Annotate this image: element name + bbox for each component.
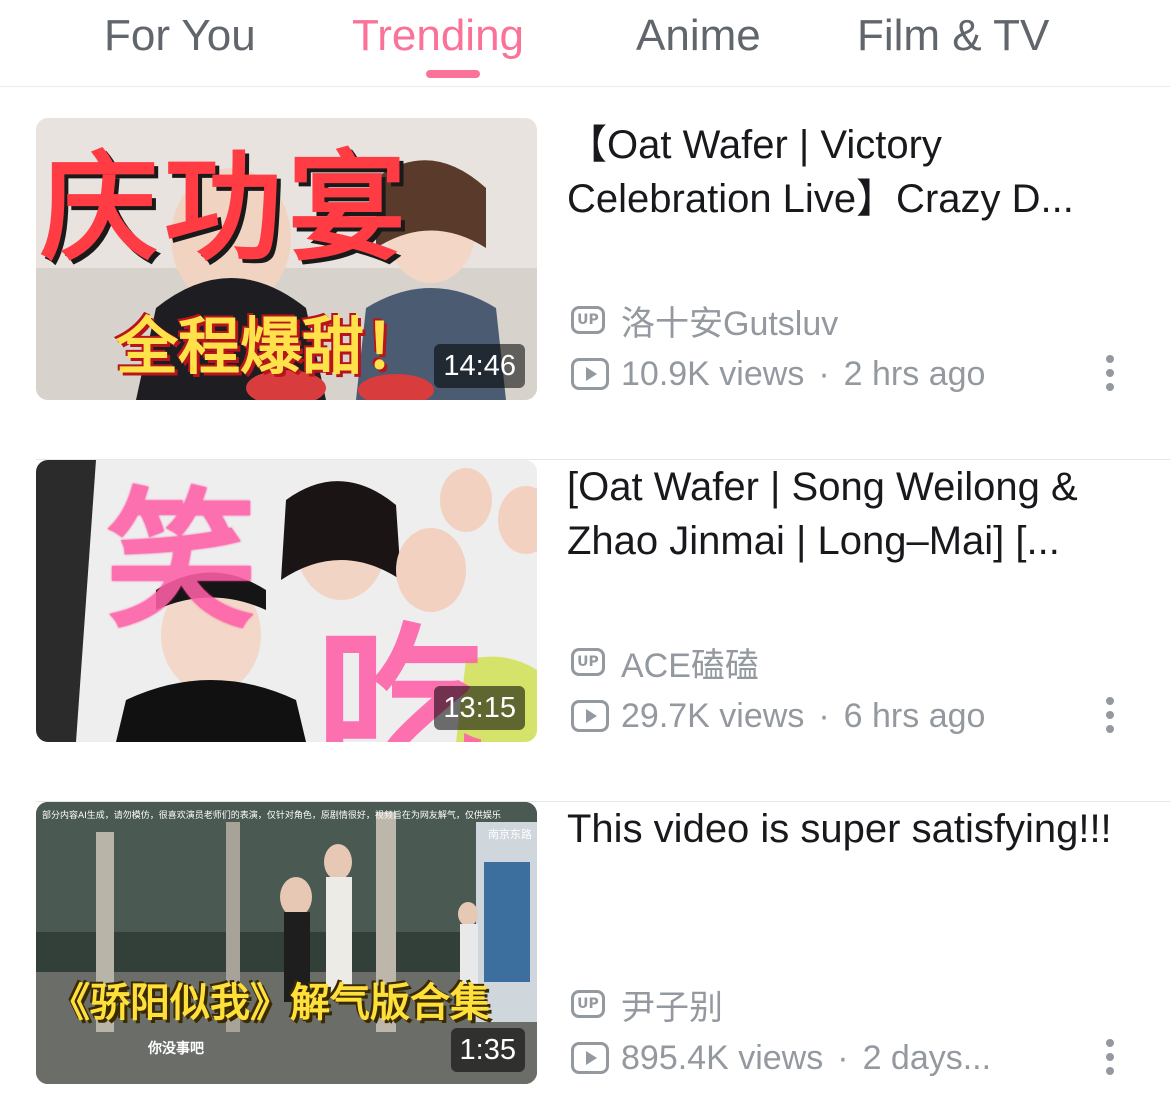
- thumbnail-caption-large: 笑: [106, 475, 257, 649]
- uploader-row[interactable]: UP 洛十安Gutsluv: [571, 300, 838, 343]
- video-card[interactable]: 庆功宴 全程爆甜！ 14:46 【Oat Wafer | Victory Cel…: [0, 118, 1170, 460]
- tab-for-you[interactable]: For You: [104, 8, 256, 68]
- category-tab-bar: For You Trending Anime Film & TV: [0, 0, 1170, 87]
- play-count-icon: [571, 700, 609, 732]
- video-title[interactable]: This video is super satisfying!!!: [567, 802, 1139, 856]
- separator: ·: [818, 354, 830, 393]
- more-vertical-icon[interactable]: [1096, 690, 1124, 740]
- play-count-icon: [571, 358, 609, 390]
- tab-anime[interactable]: Anime: [636, 8, 761, 68]
- up-badge-icon: UP: [571, 648, 605, 676]
- up-badge-icon: UP: [571, 306, 605, 334]
- view-count: 10.9K views: [621, 354, 805, 393]
- video-thumbnail[interactable]: 笑 吃 13:15: [36, 460, 537, 742]
- thumbnail-subtitle: 你没事吧: [148, 1041, 204, 1057]
- uploader-name: 尹子别: [621, 988, 723, 1027]
- uploader-row[interactable]: UP ACE磕磕: [571, 642, 759, 685]
- stats-row: 29.7K views · 6 hrs ago: [571, 696, 1031, 736]
- thumbnail-street-sign: 南京东路: [488, 828, 532, 841]
- video-title[interactable]: [Oat Wafer | Song Weilong & Zhao Jinmai …: [567, 460, 1139, 568]
- up-badge-icon: UP: [571, 990, 605, 1018]
- video-card[interactable]: 笑 吃 13:15 [Oat Wafer | Song Weilong & Zh…: [0, 460, 1170, 802]
- upload-time: 2 days...: [862, 1038, 992, 1077]
- upload-time: 6 hrs ago: [843, 696, 986, 735]
- thumbnail-caption-large: 《骄阳似我》解气版合集: [50, 980, 490, 1026]
- video-thumbnail[interactable]: 庆功宴 全程爆甜！ 14:46: [36, 118, 537, 400]
- stats-row: 895.4K views · 2 days...: [571, 1038, 1031, 1078]
- separator: ·: [837, 1038, 849, 1077]
- upload-time: 2 hrs ago: [843, 354, 986, 393]
- video-thumbnail[interactable]: 部分内容AI生成，请勿模仿，很喜欢演员老师们的表演，仅针对角色，原剧情很好，视频…: [36, 802, 537, 1084]
- uploader-name: ACE磕磕: [621, 646, 759, 685]
- more-vertical-icon[interactable]: [1096, 348, 1124, 398]
- tab-film-tv[interactable]: Film & TV: [857, 8, 1049, 68]
- stats-row: 10.9K views · 2 hrs ago: [571, 354, 1031, 394]
- more-vertical-icon[interactable]: [1096, 1032, 1124, 1082]
- video-duration: 14:46: [434, 344, 525, 388]
- play-count-icon: [571, 1042, 609, 1074]
- active-tab-indicator: [426, 70, 480, 78]
- video-card[interactable]: 部分内容AI生成，请勿模仿，很喜欢演员老师们的表演，仅针对角色，原剧情很好，视频…: [0, 802, 1170, 1101]
- thumbnail-caption-large: 庆功宴: [40, 139, 413, 277]
- view-count: 895.4K views: [621, 1038, 824, 1077]
- thumbnail-caption-small: 全程爆甜！: [116, 310, 427, 383]
- separator: ·: [818, 696, 830, 735]
- tab-trending[interactable]: Trending: [352, 8, 524, 68]
- view-count: 29.7K views: [621, 696, 805, 735]
- uploader-row[interactable]: UP 尹子别: [571, 984, 723, 1027]
- video-title[interactable]: 【Oat Wafer | Victory Celebration Live】Cr…: [567, 118, 1139, 226]
- video-duration: 1:35: [450, 1028, 525, 1072]
- uploader-name: 洛十安Gutsluv: [621, 304, 839, 343]
- thumbnail-disclaimer: 部分内容AI生成，请勿模仿，很喜欢演员老师们的表演，仅针对角色，原剧情很好，视频…: [42, 811, 501, 821]
- video-duration: 13:15: [434, 686, 525, 730]
